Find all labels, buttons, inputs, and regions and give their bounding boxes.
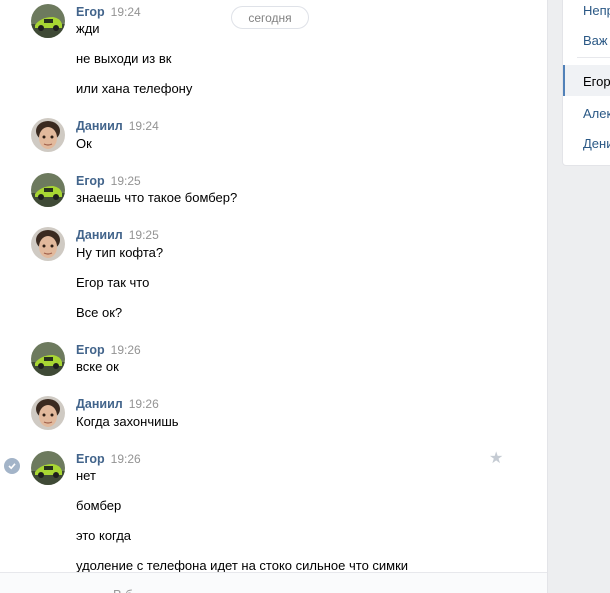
message-header: Даниил 19:25 — [76, 227, 159, 243]
message-header: Егор 19:26 — [76, 451, 141, 467]
message-header: Даниил 19:24 — [76, 118, 159, 134]
author-name[interactable]: Даниил — [76, 397, 123, 411]
author-name[interactable]: Егор — [76, 343, 105, 357]
author-name[interactable]: Даниил — [76, 119, 123, 133]
chat-history: сегодня Егор 19:24 жди не выходи из вк ил… — [0, 0, 548, 593]
message-text: это когда — [76, 528, 132, 543]
boy-avatar[interactable] — [31, 118, 65, 152]
panel-divider — [577, 57, 610, 58]
active-conversation[interactable]: Егор — [563, 65, 610, 96]
check-circle-icon[interactable] — [4, 458, 20, 474]
author-name[interactable]: Даниил — [76, 228, 123, 242]
message-time[interactable]: 19:26 — [111, 343, 141, 357]
boy-avatar[interactable] — [31, 227, 65, 261]
message-time[interactable]: 19:24 — [111, 5, 141, 19]
author-name[interactable]: Егор — [76, 174, 105, 188]
car-avatar[interactable] — [31, 4, 65, 38]
message-time[interactable]: 19:24 — [129, 119, 159, 133]
car-avatar[interactable] — [31, 173, 65, 207]
message-header: Егор 19:24 — [76, 4, 141, 20]
date-divider: сегодня — [231, 6, 309, 29]
message-text: Ну тип кофта? — [76, 245, 164, 260]
message-text: бомбер — [76, 498, 122, 513]
message-text: Егор так что — [76, 275, 150, 290]
star-icon[interactable]: ★ — [489, 451, 503, 467]
car-avatar[interactable] — [31, 342, 65, 376]
message-text: Когда захончишь — [76, 414, 179, 429]
message-time[interactable]: 19:26 — [111, 452, 141, 466]
message-text: вске ок — [76, 359, 119, 374]
message-time[interactable]: 19:25 — [111, 174, 141, 188]
conversation-deni[interactable]: Дени — [583, 136, 610, 151]
message-time[interactable]: 19:25 — [129, 228, 159, 242]
filter-unread[interactable]: Непр — [583, 3, 610, 18]
message-text: не выходи из вк — [76, 51, 172, 66]
message-text: Ок — [76, 136, 92, 151]
chat-filter-panel: Непр Важ Егор Алек Дени — [562, 0, 610, 166]
author-name[interactable]: Егор — [76, 452, 105, 466]
filter-important[interactable]: Важ — [583, 33, 608, 48]
message-header: Егор 19:26 — [76, 342, 141, 358]
message-text: или хана телефону — [76, 81, 193, 96]
conversation-egor[interactable]: Егор — [583, 74, 610, 89]
message-header: Даниил 19:26 — [76, 396, 159, 412]
conversation-alek[interactable]: Алек — [583, 106, 610, 121]
message-composer[interactable]: В б — [0, 572, 547, 593]
message-time[interactable]: 19:26 — [129, 397, 159, 411]
active-indicator — [563, 65, 565, 96]
author-name[interactable]: Егор — [76, 5, 105, 19]
message-text: Все ок? — [76, 305, 123, 320]
boy-avatar[interactable] — [31, 396, 65, 430]
message-header: Егор 19:25 — [76, 173, 141, 189]
message-text: знаешь что такое бомбер? — [76, 190, 238, 205]
message-text: нет — [76, 468, 96, 483]
message-text: жди — [76, 21, 100, 36]
composer-placeholder[interactable]: В б — [113, 587, 133, 593]
car-avatar[interactable] — [31, 451, 65, 485]
